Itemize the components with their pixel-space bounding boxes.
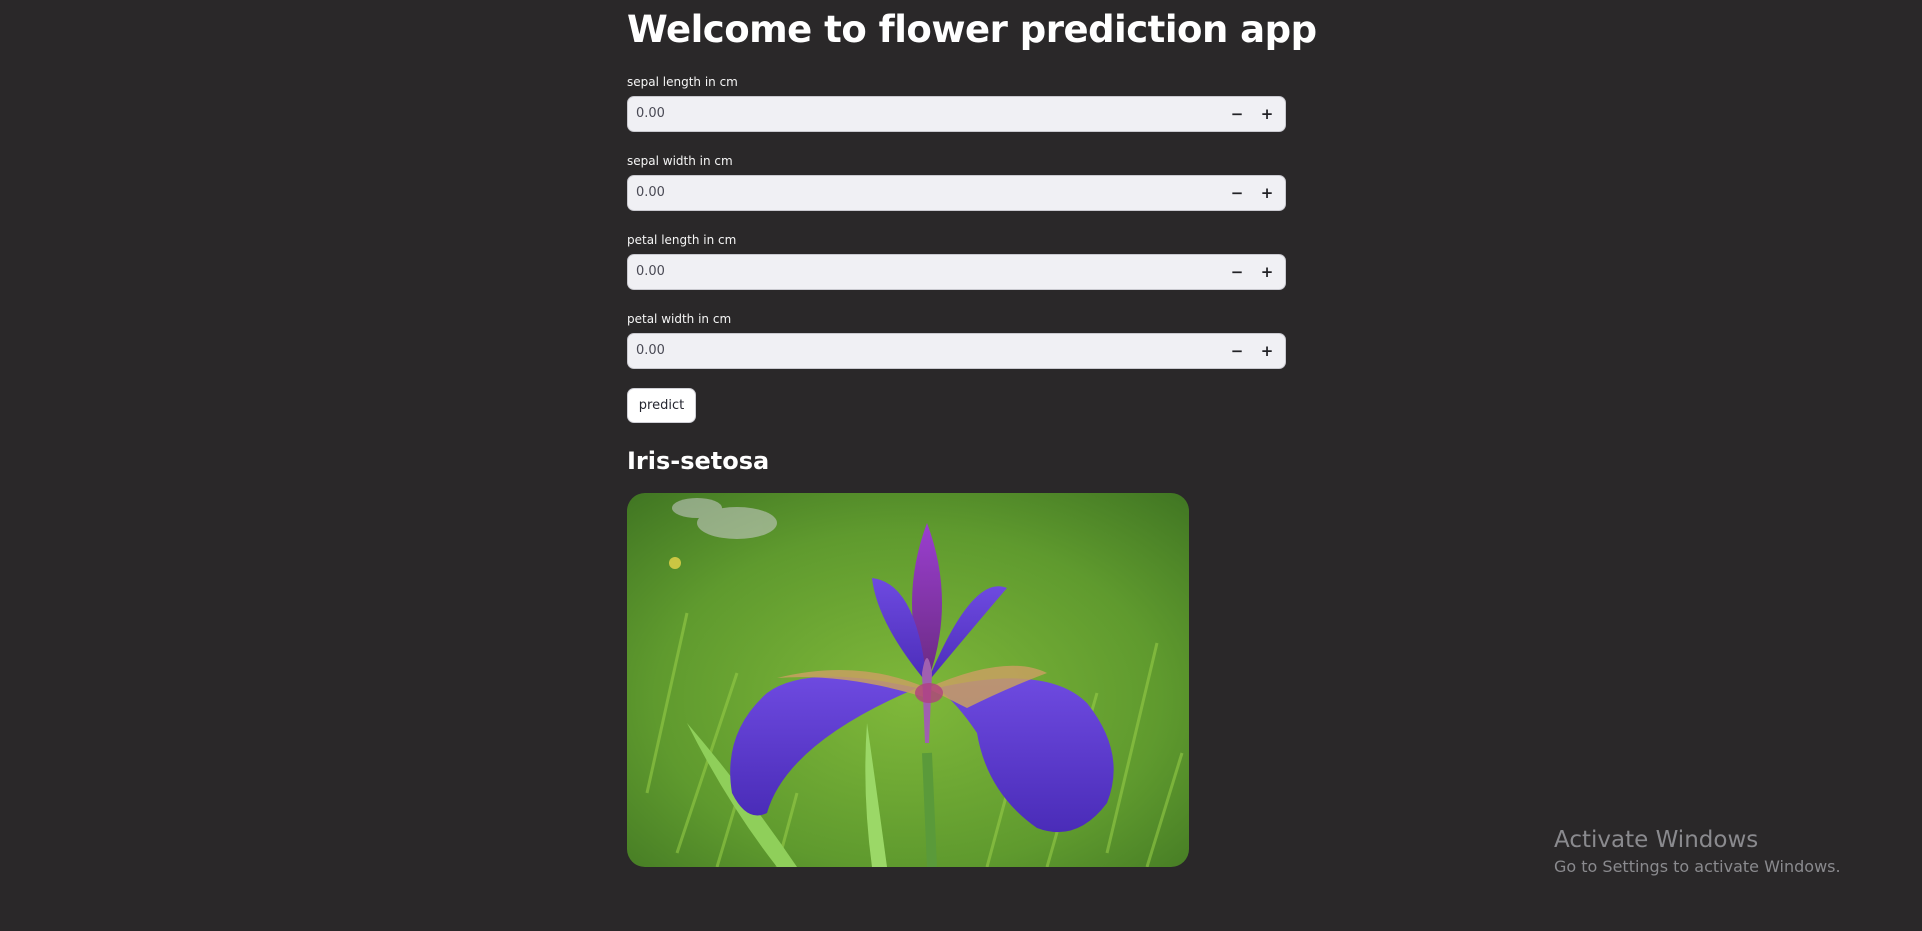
petal-length-increment-button[interactable]: + xyxy=(1253,258,1281,286)
iris-flower-image xyxy=(627,493,1189,867)
petal-width-label: petal width in cm xyxy=(627,312,732,326)
sepal-length-input[interactable]: 0.00 − + xyxy=(627,96,1286,132)
sepal-width-value: 0.00 xyxy=(636,185,665,200)
petal-width-increment-button[interactable]: + xyxy=(1253,337,1281,365)
petal-length-value: 0.00 xyxy=(636,264,665,279)
petal-width-decrement-button[interactable]: − xyxy=(1223,337,1251,365)
sepal-width-input[interactable]: 0.00 − + xyxy=(627,175,1286,211)
windows-activation-watermark: Activate Windows Go to Settings to activ… xyxy=(1554,827,1841,876)
petal-width-value: 0.00 xyxy=(636,343,665,358)
petal-length-input[interactable]: 0.00 − + xyxy=(627,254,1286,290)
watermark-title: Activate Windows xyxy=(1554,827,1759,853)
petal-width-input[interactable]: 0.00 − + xyxy=(627,333,1286,369)
sepal-width-label: sepal width in cm xyxy=(627,154,733,168)
petal-length-decrement-button[interactable]: − xyxy=(1223,258,1251,286)
sepal-length-label: sepal length in cm xyxy=(627,75,738,89)
app-page: Welcome to flower prediction app sepal l… xyxy=(0,0,1922,931)
prediction-result: Iris-setosa xyxy=(627,447,770,475)
sepal-width-decrement-button[interactable]: − xyxy=(1223,179,1251,207)
sepal-length-decrement-button[interactable]: − xyxy=(1223,100,1251,128)
predict-button[interactable]: predict xyxy=(627,388,696,423)
sepal-width-increment-button[interactable]: + xyxy=(1253,179,1281,207)
sepal-length-increment-button[interactable]: + xyxy=(1253,100,1281,128)
watermark-subtitle: Go to Settings to activate Windows. xyxy=(1554,857,1841,876)
page-title: Welcome to flower prediction app xyxy=(627,8,1317,51)
petal-length-label: petal length in cm xyxy=(627,233,737,247)
sepal-length-value: 0.00 xyxy=(636,106,665,121)
